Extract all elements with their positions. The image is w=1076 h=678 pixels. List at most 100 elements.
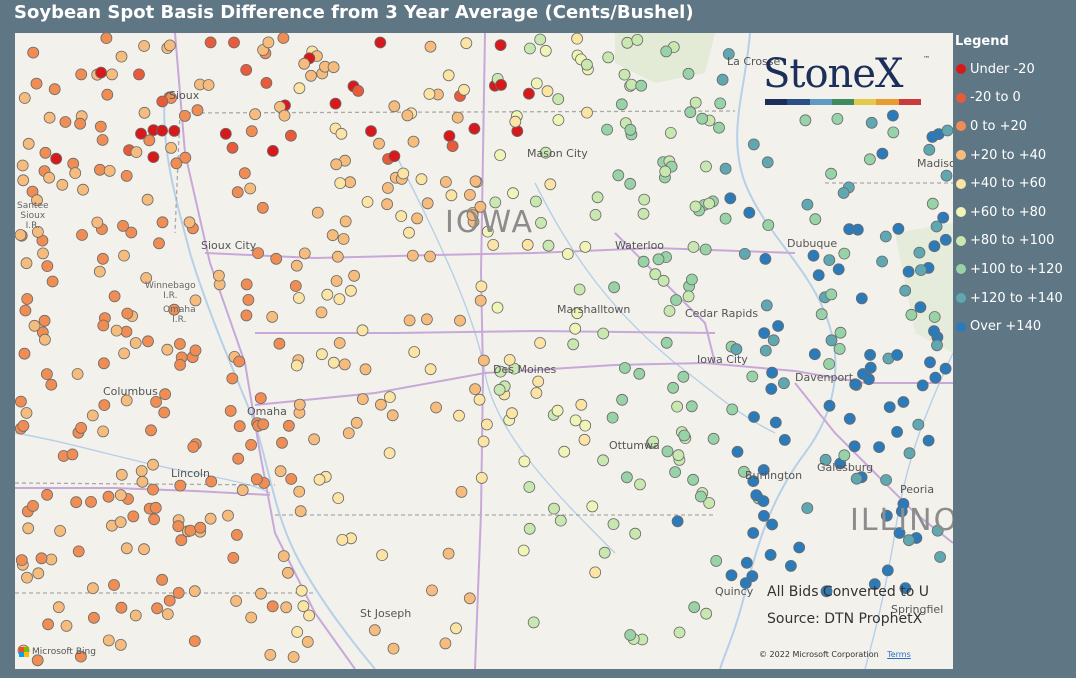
bid-location-point[interactable] xyxy=(491,301,504,314)
bid-location-point[interactable] xyxy=(327,356,340,369)
bid-location-point[interactable] xyxy=(187,440,200,453)
bid-location-point[interactable] xyxy=(301,636,314,648)
bid-location-point[interactable] xyxy=(257,418,270,431)
bid-location-point[interactable] xyxy=(147,151,160,163)
bid-location-point[interactable] xyxy=(719,162,732,175)
bid-location-point[interactable] xyxy=(929,371,942,384)
bid-location-point[interactable] xyxy=(295,584,308,597)
bid-location-point[interactable] xyxy=(700,160,712,173)
bid-location-point[interactable] xyxy=(291,626,304,638)
bid-location-point[interactable] xyxy=(262,36,275,49)
bid-location-point[interactable] xyxy=(707,432,720,445)
bid-location-point[interactable] xyxy=(710,555,723,567)
bid-location-point[interactable] xyxy=(523,87,535,100)
bid-location-point[interactable] xyxy=(695,490,707,503)
bid-location-point[interactable] xyxy=(151,602,164,615)
bid-location-point[interactable] xyxy=(670,294,682,307)
bid-location-point[interactable] xyxy=(823,358,835,370)
bid-location-point[interactable] xyxy=(38,314,51,327)
bid-location-point[interactable] xyxy=(764,549,777,561)
bid-location-point[interactable] xyxy=(97,252,109,265)
bid-location-point[interactable] xyxy=(240,278,253,291)
bid-location-point[interactable] xyxy=(19,304,32,317)
bid-location-point[interactable] xyxy=(403,314,416,327)
bid-location-point[interactable] xyxy=(535,216,547,229)
bid-location-point[interactable] xyxy=(635,79,648,92)
bid-location-point[interactable] xyxy=(477,354,490,367)
bid-location-point[interactable] xyxy=(931,339,943,352)
bid-location-point[interactable] xyxy=(350,416,363,429)
legend-item[interactable]: -20 to 0 xyxy=(955,84,1075,113)
bid-location-point[interactable] xyxy=(913,246,926,259)
bid-location-point[interactable] xyxy=(219,127,232,140)
bid-location-point[interactable] xyxy=(809,213,822,226)
bid-location-point[interactable] xyxy=(35,552,48,565)
bid-location-point[interactable] xyxy=(18,92,31,104)
bid-location-point[interactable] xyxy=(15,229,27,241)
bid-location-point[interactable] xyxy=(305,69,317,82)
legend-item[interactable]: 0 to +20 xyxy=(955,112,1075,141)
bid-location-point[interactable] xyxy=(254,392,267,405)
bid-location-point[interactable] xyxy=(939,362,952,375)
bid-location-point[interactable] xyxy=(808,348,821,361)
bid-location-point[interactable] xyxy=(336,533,349,546)
bid-location-point[interactable] xyxy=(873,441,885,454)
bid-location-point[interactable] xyxy=(397,167,410,180)
bid-location-point[interactable] xyxy=(138,40,151,52)
bid-location-point[interactable] xyxy=(659,165,672,178)
bid-location-point[interactable] xyxy=(408,346,421,358)
bid-location-point[interactable] xyxy=(46,275,59,288)
bid-location-point[interactable] xyxy=(589,208,602,221)
bid-location-point[interactable] xyxy=(922,434,935,447)
bid-location-point[interactable] xyxy=(799,114,812,127)
bid-location-point[interactable] xyxy=(834,326,847,339)
bid-location-point[interactable] xyxy=(311,206,324,219)
bid-location-point[interactable] xyxy=(421,197,434,210)
bid-location-point[interactable] xyxy=(661,445,674,458)
bid-location-point[interactable] xyxy=(606,411,619,424)
bid-location-point[interactable] xyxy=(165,142,178,154)
bid-location-point[interactable] xyxy=(48,83,61,96)
bid-location-point[interactable] xyxy=(114,639,127,651)
bid-location-point[interactable] xyxy=(30,77,43,90)
bid-location-point[interactable] xyxy=(758,327,771,340)
bid-location-point[interactable] xyxy=(527,616,540,629)
bid-location-point[interactable] xyxy=(282,419,295,432)
bid-location-point[interactable] xyxy=(631,34,644,46)
bid-location-point[interactable] xyxy=(284,129,297,142)
bid-location-point[interactable] xyxy=(120,325,133,338)
bid-location-point[interactable] xyxy=(509,115,522,128)
bid-location-point[interactable] xyxy=(915,264,927,277)
bid-location-point[interactable] xyxy=(97,319,110,332)
bid-location-point[interactable] xyxy=(521,238,534,251)
bid-location-point[interactable] xyxy=(230,595,243,607)
bid-location-point[interactable] xyxy=(424,363,437,376)
bid-location-point[interactable] xyxy=(426,584,438,597)
bid-location-point[interactable] xyxy=(115,50,128,63)
bid-location-point[interactable] xyxy=(91,216,104,229)
bid-location-point[interactable] xyxy=(544,178,557,191)
bid-location-point[interactable] xyxy=(388,150,401,163)
bid-location-point[interactable] xyxy=(138,543,150,556)
bid-location-point[interactable] xyxy=(88,611,100,624)
bid-location-point[interactable] xyxy=(714,97,727,110)
bid-location-point[interactable] xyxy=(660,45,673,58)
bid-location-point[interactable] xyxy=(281,566,294,579)
bid-location-point[interactable] xyxy=(76,229,88,241)
bid-location-point[interactable] xyxy=(445,189,458,202)
bid-location-point[interactable] xyxy=(892,222,905,235)
bid-location-point[interactable] xyxy=(657,274,670,287)
bid-location-point[interactable] xyxy=(249,108,262,121)
legend-item[interactable]: +20 to +40 xyxy=(955,141,1075,170)
bid-location-point[interactable] xyxy=(765,382,778,395)
bid-location-point[interactable] xyxy=(204,36,217,49)
bid-location-point[interactable] xyxy=(420,313,433,326)
bid-location-point[interactable] xyxy=(793,541,806,554)
bid-location-point[interactable] xyxy=(326,229,339,242)
bid-location-point[interactable] xyxy=(881,564,894,577)
bid-location-point[interactable] xyxy=(589,566,602,579)
bid-location-point[interactable] xyxy=(333,337,346,349)
bid-location-point[interactable] xyxy=(59,116,72,128)
bid-location-point[interactable] xyxy=(102,634,115,647)
bid-location-point[interactable] xyxy=(194,521,207,534)
